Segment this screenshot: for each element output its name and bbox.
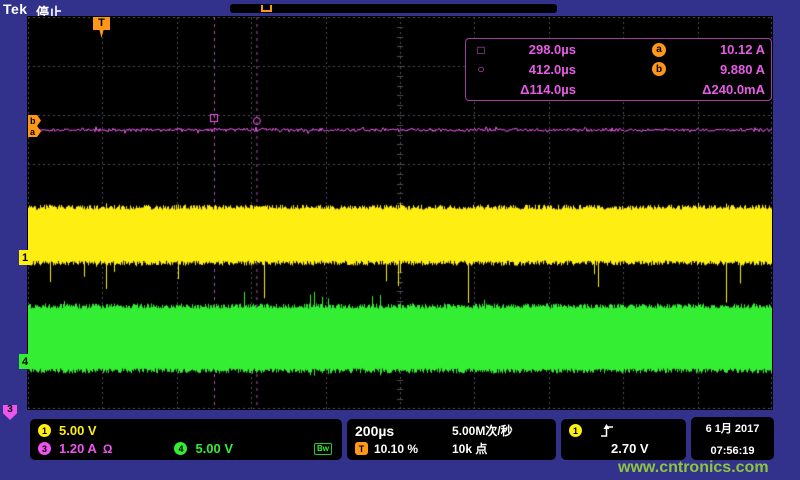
channel3-coupling: Ω bbox=[103, 442, 113, 456]
sample-rate: 5.00M次/秒 bbox=[452, 422, 548, 439]
trigger-position-percent: 10.10 % bbox=[374, 442, 418, 456]
cursor-a-value: 10.12 A bbox=[669, 42, 765, 57]
time-label: 07:56:19 bbox=[699, 445, 766, 457]
cursor-b-value: 9.880 A bbox=[669, 62, 765, 77]
channel4-badge: 4 bbox=[174, 442, 187, 455]
channel3-scale: 1.20 A bbox=[59, 441, 97, 456]
timebase: 200µs bbox=[355, 423, 394, 439]
channel3-badge: 3 bbox=[38, 442, 51, 455]
cursor2-time: 412.0µs bbox=[492, 62, 576, 77]
cursor1-square-icon: □ bbox=[470, 43, 492, 57]
channel3-channel4-settings: 3 1.20 A Ω 4 5.00 V Bw bbox=[38, 440, 334, 457]
cursor-delta-value: Δ240.0mA bbox=[669, 82, 765, 97]
cursor-readout-row1: □ 298.0µs a 10.12 A bbox=[470, 40, 765, 59]
channel3-offscreen-marker: 3 bbox=[3, 405, 17, 420]
cursor-a-badge: a bbox=[652, 43, 666, 57]
bandwidth-limit-badge: Bw bbox=[314, 443, 332, 455]
channel-settings-box: 1 5.00 V 3 1.20 A Ω 4 5.00 V Bw bbox=[30, 419, 342, 460]
cursor-readout: □ 298.0µs a 10.12 A ○ 412.0µs b 9.880 A … bbox=[465, 38, 772, 101]
channel1-scale: 5.00 V bbox=[59, 423, 97, 438]
datetime-box: 6 1月 2017 07:56:19 bbox=[691, 417, 774, 460]
trigger-source-badge: 1 bbox=[569, 424, 582, 437]
channel1-badge: 1 bbox=[38, 424, 51, 437]
horizontal-trigger-badge: T bbox=[355, 442, 368, 455]
channel1-settings: 1 5.00 V bbox=[38, 422, 334, 439]
watermark: www.cntronics.com bbox=[618, 459, 769, 477]
brand-logo: Tek bbox=[3, 1, 28, 17]
channel4-scale: 5.00 V bbox=[195, 441, 233, 456]
record-trigger-marker bbox=[261, 5, 272, 12]
cursor1-time: 298.0µs bbox=[492, 42, 576, 57]
record-view-bar bbox=[230, 4, 557, 13]
cursor-b-badge: b bbox=[652, 62, 666, 76]
cursor2-circle-icon: ○ bbox=[470, 62, 492, 76]
trigger-level: 2.70 V bbox=[611, 441, 649, 456]
rising-edge-icon bbox=[600, 423, 614, 439]
cursor-readout-row2: ○ 412.0µs b 9.880 A bbox=[470, 60, 765, 79]
oscilloscope-screen: Tek 停止 T □ 298.0µs a 10.12 A ○ 412.0µs b… bbox=[0, 0, 800, 480]
record-length: 10k 点 bbox=[452, 440, 548, 457]
date-label: 6 1月 2017 bbox=[699, 420, 766, 436]
cursor-readout-row3: Δ114.0µs Δ240.0mA bbox=[470, 80, 765, 99]
cursor-delta-time: Δ114.0µs bbox=[492, 82, 576, 97]
trigger-settings-box: 1 2.70 V bbox=[561, 419, 686, 460]
horizontal-settings-box: 200µs 5.00M次/秒 T 10.10 % 10k 点 bbox=[347, 419, 556, 460]
